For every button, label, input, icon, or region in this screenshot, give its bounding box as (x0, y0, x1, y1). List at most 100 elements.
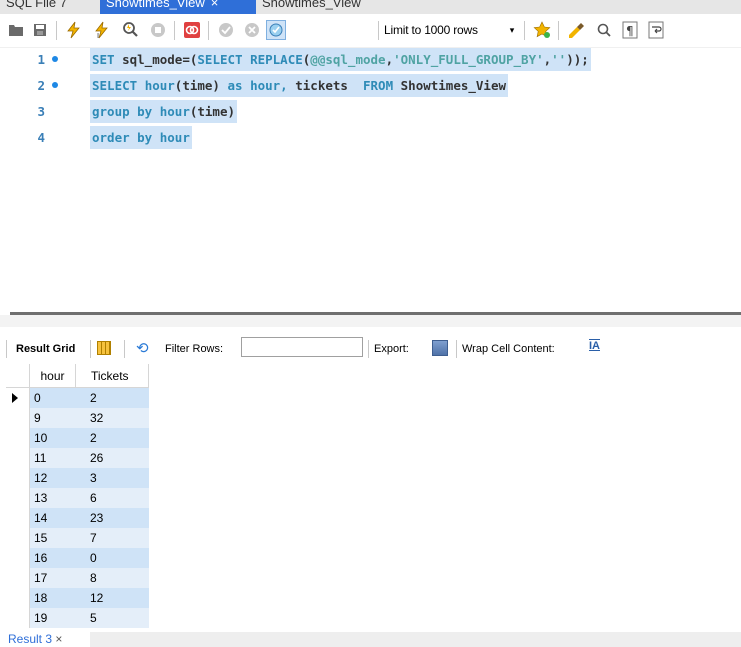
identifier: Showtimes_View (400, 78, 506, 93)
panel-splitter[interactable] (0, 306, 741, 328)
cell-tickets[interactable]: 32 (76, 408, 149, 428)
row-header[interactable] (6, 408, 30, 428)
row-header[interactable] (6, 548, 30, 568)
cell-hour[interactable]: 14 (30, 508, 76, 528)
refresh-icon[interactable]: ⟲ (136, 339, 149, 357)
rollback-icon[interactable] (242, 20, 262, 40)
row-header[interactable] (6, 608, 30, 628)
identifier: hour, (250, 78, 288, 93)
autocommit-icon[interactable] (266, 20, 286, 40)
cell-hour[interactable]: 0 (30, 388, 76, 408)
table-row[interactable]: 16 0 (6, 548, 149, 568)
cell-tickets[interactable]: 5 (76, 608, 149, 628)
table-row[interactable]: 02 (6, 388, 149, 408)
code-line-4: order by hour (90, 126, 192, 149)
filter-rows-input[interactable] (241, 337, 363, 357)
cell-tickets[interactable]: 12 (76, 588, 149, 608)
grid-layout-icon[interactable] (97, 341, 111, 355)
result-tab-strip: Result 3 × (0, 632, 741, 647)
execute-icon[interactable] (64, 20, 84, 40)
column-header-hour[interactable]: hour (30, 364, 76, 388)
row-header[interactable] (6, 448, 30, 468)
toggle-error-icon[interactable] (182, 20, 202, 40)
table-row[interactable]: 12 3 (6, 468, 149, 488)
tab-sql-file[interactable]: SQL File 7 (0, 0, 73, 14)
sql-editor[interactable]: 1 SET sql_mode=(SELECT REPLACE(@@sql_mod… (0, 48, 741, 306)
function-args: (time) (189, 104, 236, 119)
cell-tickets[interactable]: 8 (76, 568, 149, 588)
open-folder-icon[interactable] (6, 20, 26, 40)
keyword: group by (92, 104, 153, 119)
editor-line: 4 order by hour (0, 126, 741, 149)
row-header[interactable] (6, 468, 30, 488)
identifier: hour (159, 130, 190, 145)
cell-tickets[interactable]: 26 (76, 448, 149, 468)
cell-hour[interactable]: 15 (30, 528, 76, 548)
line-number: 4 (37, 130, 45, 145)
cell-hour[interactable]: 16 (30, 548, 76, 568)
export-label: Export: (374, 343, 409, 355)
cell-tickets[interactable]: 0 (76, 548, 149, 568)
cell-hour[interactable]: 17 (30, 568, 76, 588)
invisible-chars-icon[interactable]: ¶ (620, 20, 640, 40)
tab-showtimes-view[interactable]: Showtimes_View (256, 0, 367, 14)
cell-tickets[interactable]: 2 (76, 428, 149, 448)
stop-icon[interactable] (148, 20, 168, 40)
cell-tickets[interactable]: 3 (76, 468, 149, 488)
wrap-lines-icon[interactable] (646, 20, 666, 40)
cell-hour[interactable]: 12 (30, 468, 76, 488)
cell-tickets[interactable]: 7 (76, 528, 149, 548)
chevron-down-icon[interactable]: ▾ (505, 20, 519, 40)
export-icon[interactable] (432, 340, 448, 356)
identifier: sql_mode (122, 52, 183, 67)
row-header[interactable] (6, 588, 30, 608)
table-row[interactable]: 10 2 (6, 428, 149, 448)
close-icon[interactable]: × (211, 0, 219, 10)
row-header[interactable] (6, 528, 30, 548)
row-header[interactable] (6, 428, 30, 448)
row-header[interactable] (6, 488, 30, 508)
toolbar-separator (90, 340, 91, 358)
row-header[interactable] (6, 388, 30, 408)
table-row[interactable]: 11 26 (6, 448, 149, 468)
cell-hour[interactable]: 10 (30, 428, 76, 448)
table-row[interactable]: 17 8 (6, 568, 149, 588)
explain-icon[interactable] (120, 20, 140, 40)
cell-hour[interactable]: 19 (30, 608, 76, 628)
cell-tickets[interactable]: 6 (76, 488, 149, 508)
cell-hour[interactable]: 11 (30, 448, 76, 468)
result-grid[interactable]: hour Tickets 0 2 9 32 10 2 11 26 12 3 13 6 14 23 15 7 16… (6, 364, 149, 632)
table-row[interactable]: 19 5 (6, 608, 149, 628)
execute-current-icon[interactable]: I (92, 20, 112, 40)
add-snippet-star-icon[interactable] (532, 20, 552, 40)
result-grid-button[interactable]: Result Grid (16, 341, 75, 357)
column-header-tickets[interactable]: Tickets (76, 364, 149, 388)
tab-showtimes-view-active[interactable]: Showtimes_View × (100, 0, 256, 14)
table-row[interactable]: 13 6 (6, 488, 149, 508)
row-header[interactable] (6, 508, 30, 528)
table-row[interactable]: 9 32 (6, 408, 149, 428)
cell-hour[interactable]: 18 (30, 588, 76, 608)
commit-icon[interactable] (216, 20, 236, 40)
cell-hour[interactable]: 9 (30, 408, 76, 428)
wrap-cell-content-label: Wrap Cell Content: (462, 343, 555, 355)
save-icon[interactable] (30, 20, 50, 40)
beautify-icon[interactable] (566, 20, 586, 40)
table-row[interactable]: 15 7 (6, 528, 149, 548)
tab-result-3[interactable]: Result 3 × (0, 632, 90, 647)
cell-tickets[interactable]: 23 (76, 508, 149, 528)
system-var: sql_mode (325, 52, 386, 67)
system-var-prefix: @@ (310, 52, 326, 67)
toolbar-separator (524, 21, 525, 40)
cell-hour[interactable]: 13 (30, 488, 76, 508)
wrap-cell-icon[interactable]: IA (589, 340, 600, 352)
limit-rows-select[interactable]: Limit to 1000 rows (384, 20, 478, 40)
keyword: SELECT (197, 52, 243, 67)
row-header[interactable] (6, 568, 30, 588)
close-icon[interactable]: × (55, 632, 62, 646)
cell-tickets[interactable]: 2 (76, 388, 149, 408)
splitter-gap (0, 315, 741, 327)
find-icon[interactable] (594, 20, 614, 40)
table-row[interactable]: 18 12 (6, 588, 149, 608)
table-row[interactable]: 14 23 (6, 508, 149, 528)
